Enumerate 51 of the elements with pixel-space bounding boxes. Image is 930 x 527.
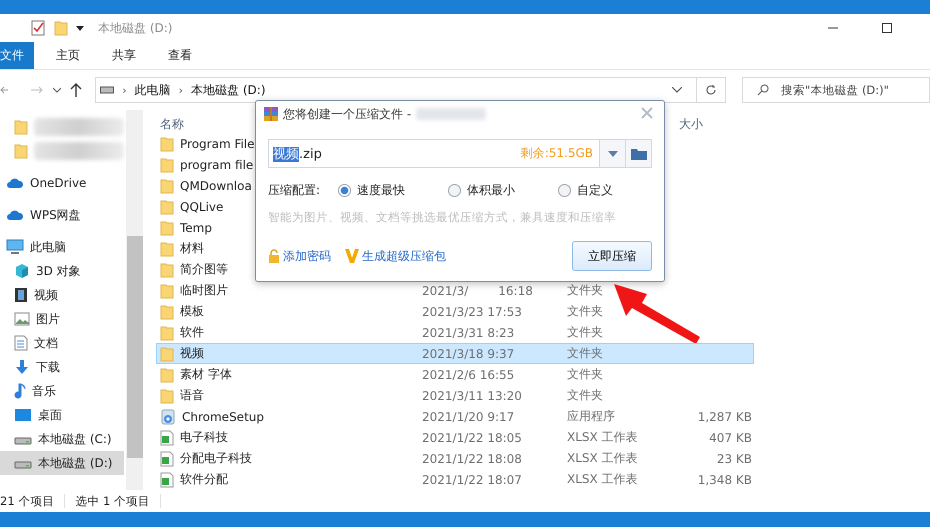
time-modified: 16:18	[498, 284, 533, 298]
file-type: XLSX 工作表	[567, 472, 638, 486]
file-name: program file	[180, 158, 254, 172]
file-name: 临时图片	[180, 282, 228, 299]
file-name: 素材 字体	[180, 366, 232, 383]
file-type: 文件夹	[567, 367, 603, 381]
date-modified: 2021/3/23 17:53	[422, 304, 522, 318]
date-modified: 2021/1/22 18:05	[422, 430, 522, 444]
date-modified: 2021/3/31 8:23	[422, 326, 514, 340]
file-name: QQLive	[180, 200, 224, 214]
file-size: 407 KB	[709, 430, 752, 444]
selection-count: 选中 1 个项目	[75, 494, 150, 508]
file-size: 1,287 KB	[698, 410, 752, 424]
file-type: 文件夹	[567, 388, 603, 402]
file-name: 电子科技	[180, 429, 228, 446]
date-modified: 2021/1/22 18:07	[422, 472, 522, 486]
hint-text: 智能为图片、视频、文档等挑选最优压缩方式，兼具速度和压缩率	[268, 210, 617, 225]
date-modified: 2021/3/11 13:20	[422, 388, 522, 402]
config-label: 压缩配置:	[268, 182, 322, 198]
date-modified: 2021/1/22 18:08	[422, 452, 522, 466]
file-type: 文件夹	[567, 304, 603, 318]
item-count: 21 个项目	[0, 494, 54, 508]
file-type: 应用程序	[567, 409, 615, 423]
chevron-icon: ›	[178, 84, 184, 96]
file-type: 文件夹	[567, 346, 603, 360]
file-name: QMDownloa	[180, 178, 252, 192]
file-type: 文件夹	[567, 325, 603, 339]
date-modified: 2021/3/18 9:37	[422, 346, 514, 360]
chevron-icon: ›	[122, 84, 127, 96]
date-modified: 2021/3/	[422, 284, 468, 298]
free-space: 剩余:51.5GB	[520, 145, 594, 162]
file-name: Program File	[180, 136, 255, 150]
file-name: 材料	[180, 240, 204, 257]
dialog-title: 您将创建一个压缩文件 -	[283, 106, 412, 122]
window-title: 本地磁盘 (D:)	[98, 20, 172, 36]
file-type: XLSX 工作表	[567, 430, 638, 444]
file-name: 分配电子科技	[180, 450, 252, 467]
file-name: ChromeSetup	[182, 410, 264, 424]
file-name: 模板	[180, 303, 204, 320]
file-name: 软件	[180, 324, 204, 341]
date-modified: 2021/1/20 9:17	[422, 410, 514, 424]
file-name: 视频	[180, 345, 204, 362]
file-name: 软件分配	[180, 471, 228, 488]
file-type: XLSX 工作表	[567, 451, 638, 465]
file-name: 简介图等	[180, 261, 228, 278]
file-name: Temp	[180, 220, 212, 234]
file-size: 1,348 KB	[698, 472, 752, 486]
date-modified: 2021/2/6 16:55	[422, 368, 514, 382]
file-name: 语音	[180, 387, 204, 404]
file-size: 23 KB	[716, 452, 752, 466]
file-type: 文件夹	[567, 283, 603, 297]
